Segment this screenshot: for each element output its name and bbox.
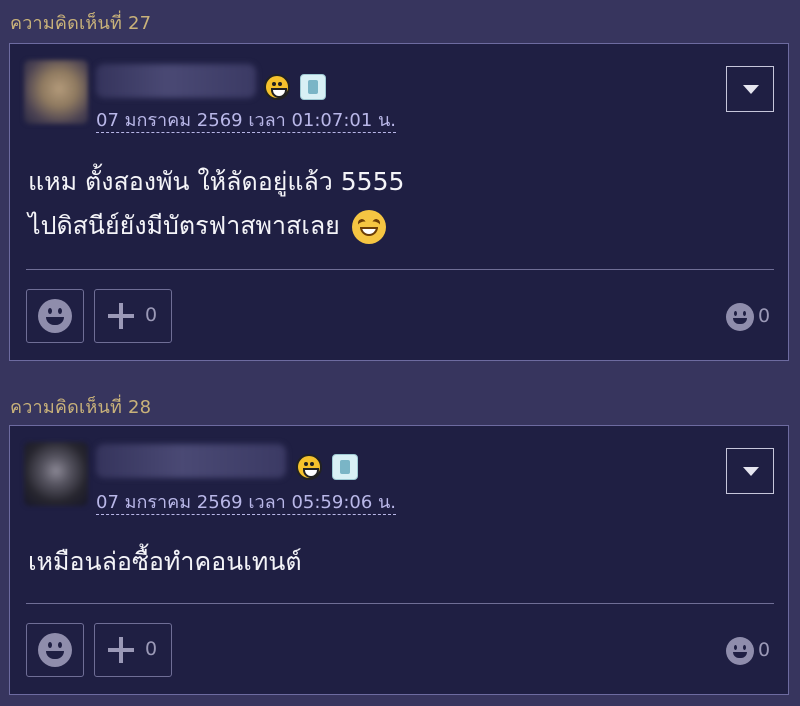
username-blurred[interactable] [96,444,286,478]
emotion-react-button[interactable] [26,623,84,677]
plus-icon [108,303,134,329]
comment-27-card: 07 มกราคม 2569 เวลา 01:07:01 น. แหม ตั้ง… [9,43,789,361]
plus-count: 0 [145,638,158,660]
comment-line-2: ไปดิสนีย์ยังมีบัตรฟาสพาสเลย [28,211,340,240]
grin-emoji-icon [264,74,290,100]
user-avatar[interactable] [24,442,88,506]
chevron-down-icon [743,85,759,94]
comment-timestamp[interactable]: 07 มกราคม 2569 เวลา 01:07:01 น. [96,110,397,133]
smile-icon [38,299,72,333]
user-avatar[interactable] [24,60,88,124]
blog-badge-icon[interactable] [332,454,358,480]
smile-icon [726,637,754,665]
laughing-emoji-icon [351,210,386,244]
divider [26,603,774,604]
comment-line-1: เหมือนล่อซื้อทำคอนเทนต์ [28,547,302,576]
plus-vote-button[interactable]: 0 [94,623,172,677]
comment-28-header: ความคิดเห็นที่ 28 [10,397,152,418]
comment-timestamp[interactable]: 07 มกราคม 2569 เวลา 05:59:06 น. [96,492,397,515]
reaction-summary[interactable]: 0 [726,303,774,331]
grin-emoji-icon [296,454,322,480]
plus-count: 0 [145,304,158,326]
comment-28-card: 07 มกราคม 2569 เวลา 05:59:06 น. เหมือนล่… [9,425,789,695]
emotion-react-button[interactable] [26,289,84,343]
divider [26,269,774,270]
reaction-summary[interactable]: 0 [726,637,774,665]
smile-icon [38,633,72,667]
smile-icon [726,303,754,331]
comment-body: แหม ตั้งสองพัน ให้ลัดอยู่แล้ว 5555 ไปดิส… [28,160,404,248]
comment-menu-button[interactable] [726,448,774,494]
plus-vote-button[interactable]: 0 [94,289,172,343]
comment-27-header: ความคิดเห็นที่ 27 [10,13,152,34]
chevron-down-icon [743,467,759,476]
comment-line-1: แหม ตั้งสองพัน ให้ลัดอยู่แล้ว 5555 [28,167,405,196]
comment-menu-button[interactable] [726,66,774,112]
username-blurred[interactable] [96,64,256,98]
reaction-count: 0 [758,639,771,661]
reaction-count: 0 [758,305,771,327]
comment-body: เหมือนล่อซื้อทำคอนเทนต์ [28,540,302,584]
blog-badge-icon[interactable] [300,74,326,100]
plus-icon [108,637,134,663]
